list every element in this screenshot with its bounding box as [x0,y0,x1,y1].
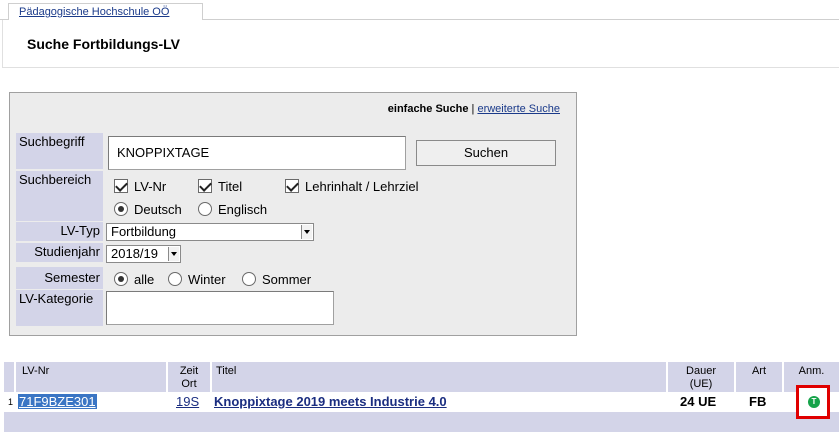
tab-institution[interactable]: Pädagogische Hochschule OÖ [8,3,203,20]
row-zeit-ort[interactable]: 19S [176,392,199,412]
lvtyp-select[interactable]: Fortbildung [106,223,314,241]
lang-englisch-radio[interactable] [198,202,212,216]
col-dauer-unit: (UE) [689,378,713,390]
semester-winter-option[interactable]: Winter [168,272,226,288]
lvtyp-label: LV-Typ [16,222,103,241]
search-submit-button[interactable]: Suchen [416,140,556,166]
page-header: Suche Fortbildungs-LV [2,20,839,68]
search-scope-label: Suchbereich [16,171,103,221]
col-titel-header: Titel [210,362,666,392]
lang-englisch-text: Englisch [218,202,268,217]
row-titel-link[interactable]: Knoppixtage 2019 meets Industrie 4.0 [214,394,447,409]
search-mode-separator: | [471,103,475,115]
studienjahr-selected: 2018/19 [111,246,158,261]
lang-deutsch-text: Deutsch [134,202,182,217]
lvtyp-chevron-down-icon[interactable] [301,225,312,239]
table-row: 1 71F9BZE301 19S Knoppixtage 2019 meets … [4,392,839,412]
scope-lehrinhalt-checkbox[interactable] [285,179,299,193]
simple-search-label: einfache Suche [387,103,469,115]
lang-englisch-option[interactable]: Englisch [198,202,267,218]
col-dauer-header: Dauer (UE) [666,362,734,392]
row-number: 1 [8,397,14,407]
lang-deutsch-option[interactable]: Deutsch [114,202,182,218]
search-panel: einfache Suche | erweiterte Suche Suchbe… [9,92,577,336]
kategorie-label: LV-Kategorie [16,290,103,326]
semester-alle-option[interactable]: alle [114,272,154,288]
search-term-input[interactable]: KNOPPIXTAGE [108,136,406,170]
col-zeit-text: Zeit [179,365,199,377]
scope-lehrinhalt-text: Lehrinhalt / Lehrziel [305,179,419,194]
semester-sommer-option[interactable]: Sommer [242,272,311,288]
scope-titel-option[interactable]: Titel [198,179,242,195]
semester-winter-radio[interactable] [168,272,182,286]
studienjahr-select[interactable]: 2018/19 [106,245,181,263]
lang-deutsch-radio[interactable] [114,202,128,216]
scope-lvnr-checkbox[interactable] [114,179,128,193]
row-art: FB [749,394,767,409]
page-title: Suche Fortbildungs-LV [27,36,180,52]
col-dauer-text: Dauer [686,365,716,377]
col-zeit-ort-header: Zeit Ort [166,362,210,392]
col-lvnr-header: LV-Nr [14,362,166,392]
semester-sommer-radio[interactable] [242,272,256,286]
row-dauer: 24 UE [680,394,717,409]
results-table-footer [4,412,839,432]
col-ort-text: Ort [181,378,197,390]
tab-institution-link[interactable]: Pädagogische Hochschule OÖ [19,6,169,18]
semester-alle-text: alle [134,272,155,287]
advanced-search-link[interactable]: erweiterte Suche [477,103,560,115]
row-lvnr[interactable]: 71F9BZE301 [18,392,97,412]
scope-titel-checkbox[interactable] [198,179,212,193]
studienjahr-label: Studienjahr [16,243,103,262]
kategorie-input[interactable] [106,291,334,325]
semester-label: Semester [16,267,103,289]
results-table-header: LV-Nr Zeit Ort Titel Dauer (UE) Art Anm. [4,362,839,392]
scope-titel-text: Titel [218,179,243,194]
search-mode-links: einfache Suche | erweiterte Suche [388,103,560,115]
semester-sommer-text: Sommer [262,272,312,287]
scope-lvnr-text: LV-Nr [134,179,167,194]
col-art-header: Art [734,362,782,392]
scope-lehrinhalt-option[interactable]: Lehrinhalt / Lehrziel [285,179,418,195]
search-term-label: Suchbegriff [16,133,103,169]
studienjahr-chevron-down-icon[interactable] [168,247,179,261]
register-t-icon[interactable]: T [808,396,820,408]
semester-alle-radio[interactable] [114,272,128,286]
tab-bar: Pädagogische Hochschule OÖ [0,0,839,20]
scope-lvnr-option[interactable]: LV-Nr [114,179,166,195]
row-anm-cell[interactable]: T [796,385,830,419]
row-lvnr-link[interactable]: 71F9BZE301 [18,394,97,409]
semester-winter-text: Winter [188,272,226,287]
lvtyp-selected: Fortbildung [111,224,177,239]
row-zeit-ort-link[interactable]: 19S [176,394,199,409]
row-titel[interactable]: Knoppixtage 2019 meets Industrie 4.0 [214,392,447,412]
